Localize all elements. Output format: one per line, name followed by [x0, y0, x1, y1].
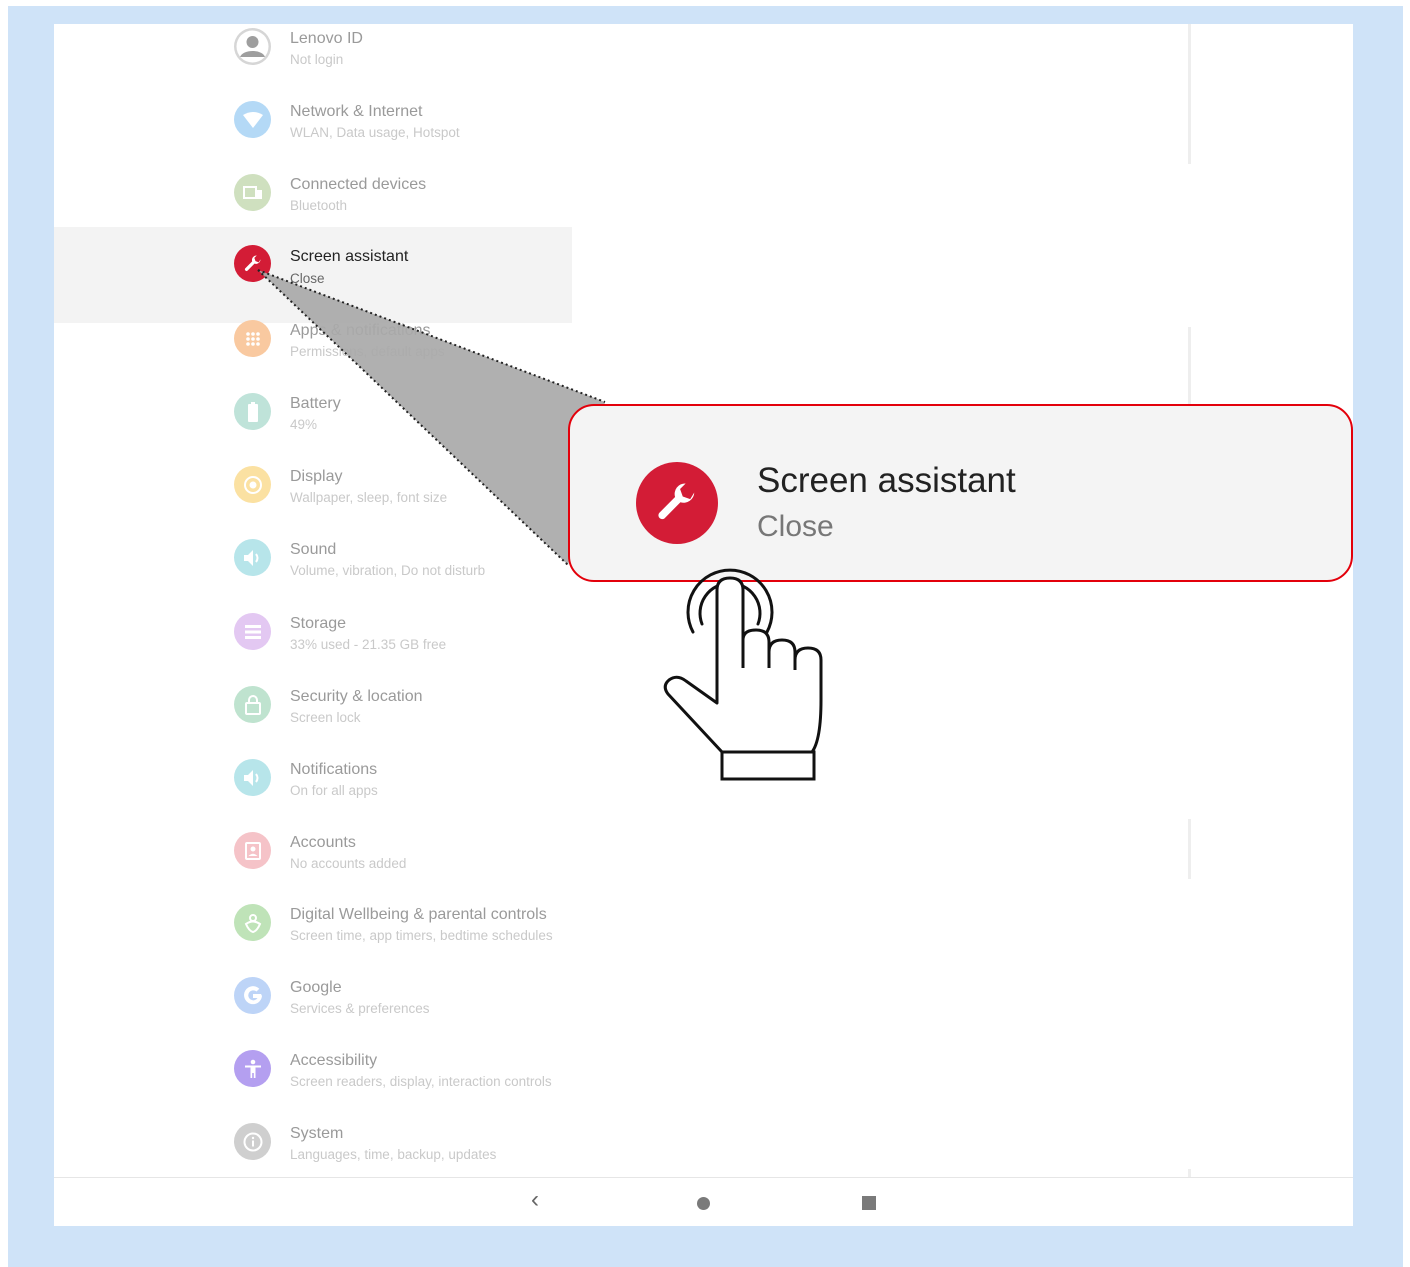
tap-hand-icon: [663, 568, 823, 781]
